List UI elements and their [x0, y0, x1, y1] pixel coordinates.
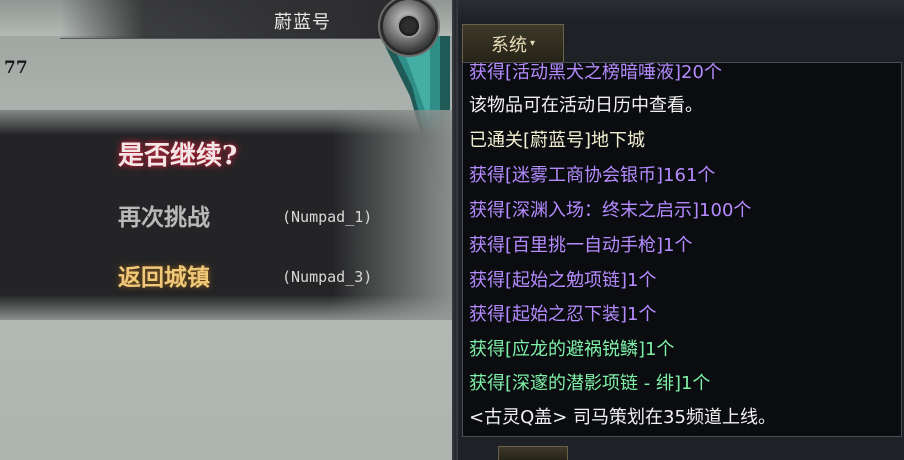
chat-panel: 系统 ▾ 获得[活动黑犬之榜暗唾液]20个 该物品可在活动日历中查看。 已通关[…: [458, 0, 904, 460]
chat-line: 获得[起始之忍下装]1个: [469, 304, 657, 325]
chat-line: 获得[百里挑一自动手枪]1个: [469, 235, 693, 256]
chat-line: 获得[深渊入场：终末之启示]100个: [469, 200, 752, 221]
dungeon-name-plate: 蔚蓝号: [60, 0, 395, 39]
chat-line: 获得[深邃的潜影项链 - 绯]1个: [469, 373, 711, 394]
chat-line: 获得[应龙的避祸锐鳞]1个: [469, 339, 675, 360]
chat-line: 获得[起始之勉项链]1个: [469, 270, 657, 291]
return-town-hotkey-label: (Numpad_3): [282, 268, 373, 286]
chat-line: 获得[活动黑犬之榜暗唾液]20个: [469, 62, 722, 83]
dungeon-name: 蔚蓝号: [274, 12, 331, 33]
tab-system[interactable]: 系统 ▾: [462, 24, 564, 62]
chat-panel-header: [458, 0, 904, 22]
chevron-down-icon: ▾: [529, 38, 536, 49]
game-scene: 蔚蓝号 77 是否继续? 再次挑战 (Numpad_1) 返回城镇 (Numpa…: [0, 0, 452, 460]
chat-line: 已通关[蔚蓝号]地下城: [469, 130, 646, 151]
chat-line: <古灵Q盖> 司马策划在35频道上线。: [469, 407, 776, 428]
chat-line: 该物品可在活动日历中查看。: [469, 95, 703, 116]
continue-question: 是否继续?: [118, 141, 238, 171]
retry-hotkey-label: (Numpad_1): [282, 208, 373, 226]
bottom-tab[interactable]: [498, 446, 568, 460]
score-number: 77: [4, 58, 28, 78]
return-town-option[interactable]: 返回城镇: [118, 258, 210, 292]
chat-log[interactable]: 获得[活动黑犬之榜暗唾液]20个 该物品可在活动日历中查看。 已通关[蔚蓝号]地…: [462, 62, 902, 437]
tab-system-label: 系统: [490, 34, 527, 56]
emblem-core-icon: [399, 16, 419, 36]
retry-challenge-option[interactable]: 再次挑战: [118, 198, 210, 232]
chat-line: 获得[迷雾工商协会银币]161个: [469, 165, 716, 186]
dungeon-emblem-icon: [383, 0, 435, 52]
